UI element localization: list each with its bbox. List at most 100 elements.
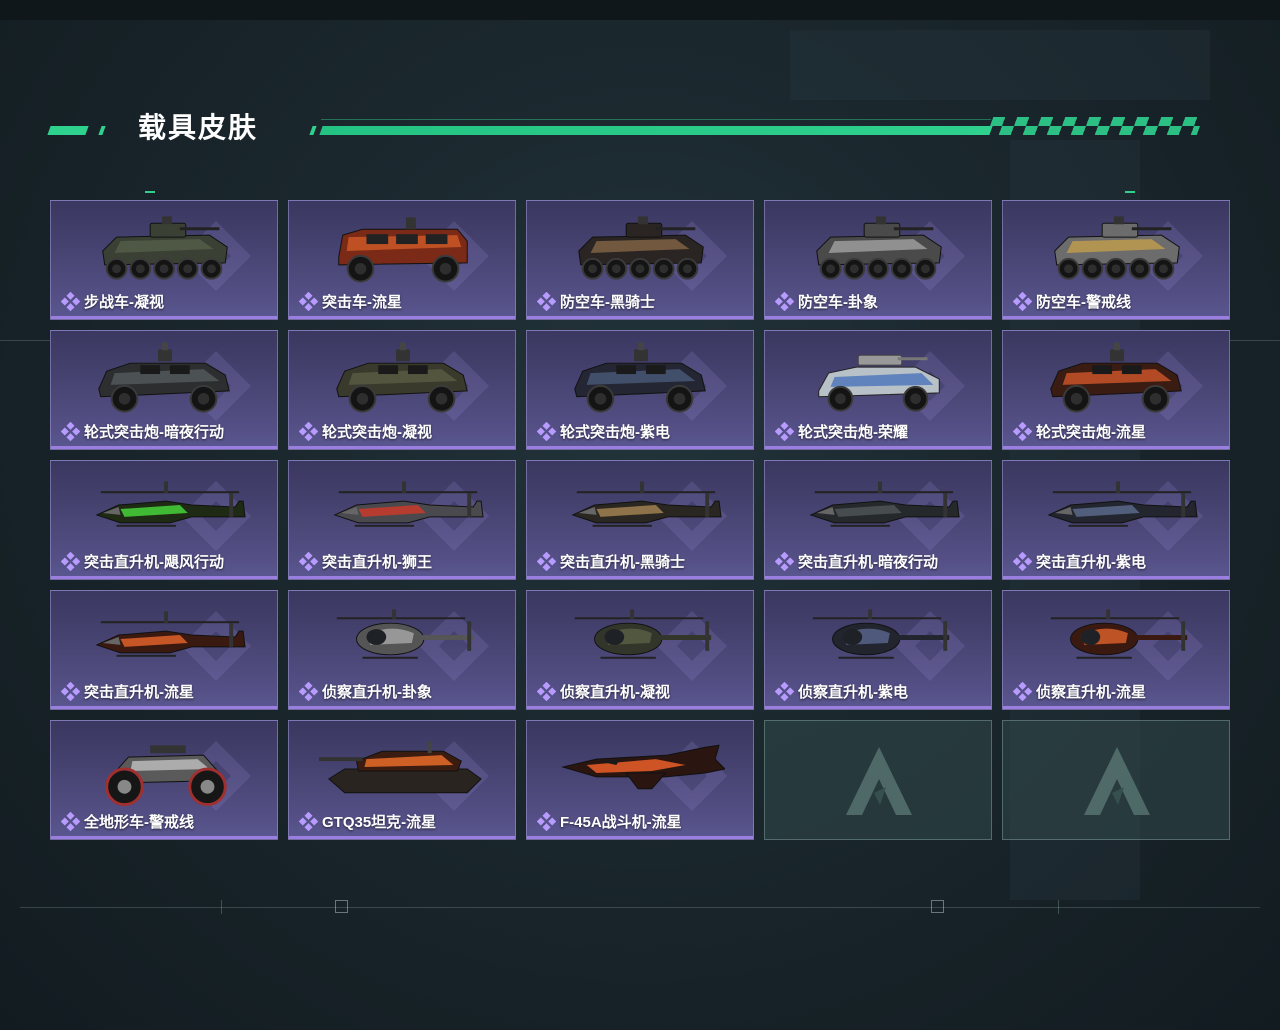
title-decoration <box>98 126 106 135</box>
skin-label: GTQ35坦克-流星 <box>298 811 437 832</box>
vehicle-image <box>98 342 230 413</box>
skin-card[interactable]: F-45A战斗机-流星 <box>526 720 754 840</box>
skin-card[interactable]: 突击直升机-飓风行动 <box>50 460 278 580</box>
skin-label: 侦察直升机-紫电 <box>774 681 908 702</box>
rarity-diamond-icon <box>536 681 557 702</box>
vehicle-image <box>1050 342 1182 413</box>
rarity-diamond-icon <box>536 421 557 442</box>
rarity-diamond-icon <box>774 681 795 702</box>
rarity-diamond-icon <box>1012 291 1033 312</box>
vehicle-image <box>574 609 712 659</box>
vehicle-image <box>1047 481 1198 527</box>
rarity-diamond-icon <box>298 551 319 572</box>
skin-card[interactable]: 防空车-黑骑士 <box>526 200 754 320</box>
skin-card[interactable]: 突击直升机-暗夜行动 <box>764 460 992 580</box>
vehicle-image <box>336 609 474 659</box>
checker-decoration <box>986 117 1204 135</box>
skin-name: GTQ35坦克-流星 <box>322 814 437 831</box>
hud-tick <box>221 900 222 914</box>
skin-name: 防空车-卦象 <box>798 294 878 311</box>
page-title: 载具皮肤 <box>138 112 259 143</box>
skin-card[interactable]: GTQ35坦克-流星 <box>288 720 516 840</box>
vehicle-image <box>816 216 942 280</box>
skin-label: 轮式突击炮-荣耀 <box>774 421 908 442</box>
skin-card[interactable]: 侦察直升机-流星 <box>1002 590 1230 710</box>
skin-name: 突击直升机-狮王 <box>322 554 432 571</box>
skin-label: 轮式突击炮-紫电 <box>536 421 670 442</box>
skin-card[interactable]: 轮式突击炮-暗夜行动 <box>50 330 278 450</box>
skin-label: 防空车-黑骑士 <box>536 291 655 312</box>
skin-card[interactable]: 突击直升机-黑骑士 <box>526 460 754 580</box>
hud-line <box>1230 340 1280 341</box>
skin-card[interactable]: 侦察直升机-紫电 <box>764 590 992 710</box>
skin-card[interactable]: 步战车-凝视 <box>50 200 278 320</box>
skin-label: 轮式突击炮-暗夜行动 <box>60 421 224 442</box>
skin-card[interactable]: 突击直升机-紫电 <box>1002 460 1230 580</box>
vehicle-image <box>1054 216 1180 280</box>
top-band <box>0 0 1280 20</box>
skin-card[interactable]: 侦察直升机-卦象 <box>288 590 516 710</box>
skin-name: 突击直升机-飓风行动 <box>84 554 224 571</box>
title-decoration <box>309 126 317 135</box>
vehicle-image <box>571 481 722 527</box>
skin-card[interactable]: 突击直升机-流星 <box>50 590 278 710</box>
empty-skin-slot <box>764 720 992 840</box>
skin-name: 轮式突击炮-紫电 <box>560 424 670 441</box>
skin-card[interactable]: 轮式突击炮-凝视 <box>288 330 516 450</box>
skin-name: 步战车-凝视 <box>84 294 164 311</box>
skin-name: 轮式突击炮-流星 <box>1036 424 1146 441</box>
skin-card[interactable]: 轮式突击炮-流星 <box>1002 330 1230 450</box>
hud-box <box>931 900 944 913</box>
skin-label: 侦察直升机-凝视 <box>536 681 670 702</box>
skin-label: 步战车-凝视 <box>60 291 164 312</box>
skin-name: 防空车-警戒线 <box>1036 294 1131 311</box>
skin-label: 轮式突击炮-凝视 <box>298 421 432 442</box>
logo-icon <box>1082 745 1152 817</box>
skin-card[interactable]: 防空车-警戒线 <box>1002 200 1230 320</box>
rarity-diamond-icon <box>298 291 319 312</box>
skin-card[interactable]: 突击直升机-狮王 <box>288 460 516 580</box>
skin-name: 突击车-流星 <box>322 294 402 311</box>
skin-card[interactable]: 轮式突击炮-紫电 <box>526 330 754 450</box>
hud-box <box>335 900 348 913</box>
hud-line <box>20 907 1260 908</box>
skin-card[interactable]: 突击车-流星 <box>288 200 516 320</box>
rarity-diamond-icon <box>1012 551 1033 572</box>
grid-corner-mark <box>1125 191 1135 193</box>
rarity-diamond-icon <box>774 421 795 442</box>
rarity-diamond-icon <box>536 551 557 572</box>
skin-label: 侦察直升机-卦象 <box>298 681 432 702</box>
rarity-diamond-icon <box>60 681 81 702</box>
skin-name: 轮式突击炮-暗夜行动 <box>84 424 224 441</box>
vehicle-image <box>574 342 706 413</box>
skin-name: 突击直升机-流星 <box>84 684 194 701</box>
rarity-diamond-icon <box>1012 421 1033 442</box>
hud-line <box>0 340 50 341</box>
skin-card[interactable]: 轮式突击炮-荣耀 <box>764 330 992 450</box>
skin-name: 全地形车-警戒线 <box>84 814 194 831</box>
vehicle-image <box>102 216 228 280</box>
background-panel <box>790 30 1210 100</box>
vehicle-image <box>578 216 704 280</box>
skin-label: 突击直升机-紫电 <box>1012 551 1146 572</box>
skin-name: F-45A战斗机-流星 <box>560 814 682 831</box>
rarity-diamond-icon <box>60 291 81 312</box>
vehicle-image <box>812 609 950 659</box>
skin-label: 突击车-流星 <box>298 291 402 312</box>
skin-name: 侦察直升机-凝视 <box>560 684 670 701</box>
skin-card[interactable]: 侦察直升机-凝视 <box>526 590 754 710</box>
vehicle-image <box>95 481 246 527</box>
skin-label: 全地形车-警戒线 <box>60 811 194 832</box>
skin-card[interactable]: 全地形车-警戒线 <box>50 720 278 840</box>
rarity-diamond-icon <box>536 291 557 312</box>
skin-label: 突击直升机-暗夜行动 <box>774 551 938 572</box>
skin-label: 突击直升机-黑骑士 <box>536 551 685 572</box>
grid-corner-mark <box>145 191 155 193</box>
rarity-diamond-icon <box>774 551 795 572</box>
rarity-diamond-icon <box>536 811 557 832</box>
skin-label: 突击直升机-流星 <box>60 681 194 702</box>
skin-label: 突击直升机-飓风行动 <box>60 551 224 572</box>
vehicle-image <box>809 481 960 527</box>
skin-card[interactable]: 防空车-卦象 <box>764 200 992 320</box>
vehicle-image <box>333 481 484 527</box>
